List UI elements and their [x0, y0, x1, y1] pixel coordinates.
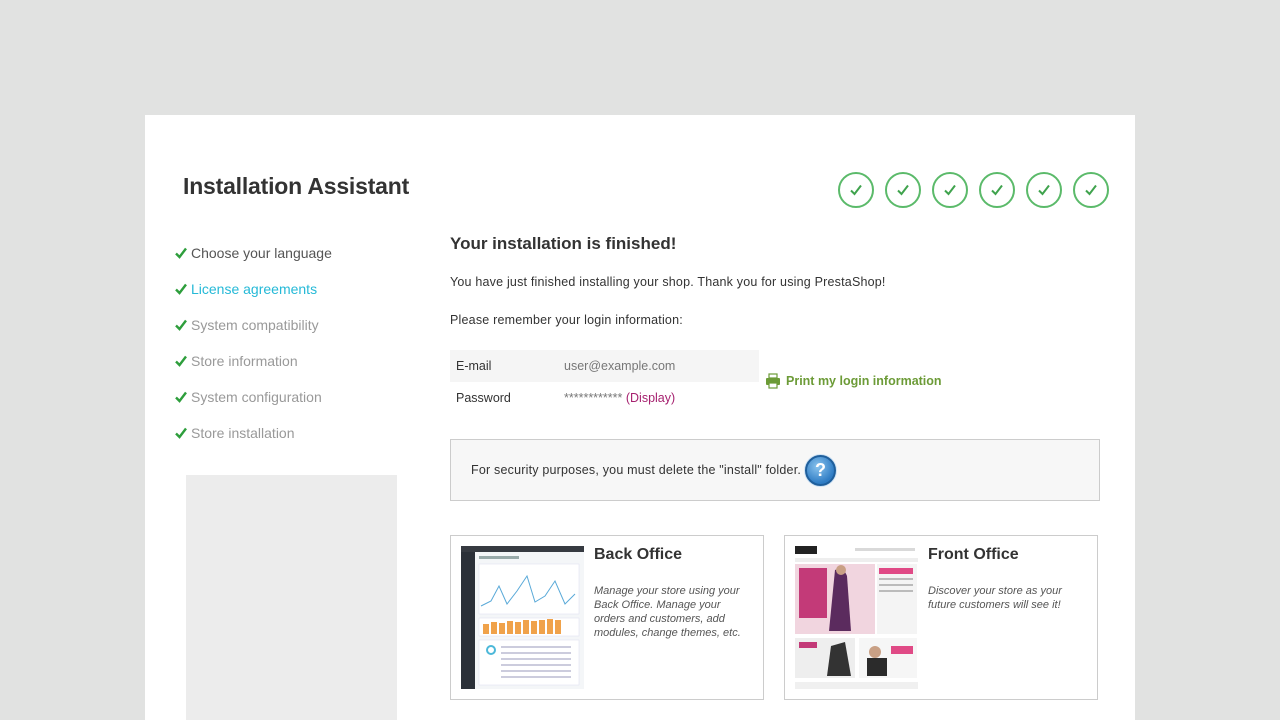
sidebar-placeholder-box [186, 475, 397, 720]
sidebar-item-license-agreements[interactable]: License agreements [175, 271, 332, 307]
sidebar-item-label: Choose your language [191, 245, 332, 261]
print-login-link[interactable]: Print my login information [765, 373, 942, 389]
sidebar-item-label: License agreements [191, 281, 318, 297]
table-row-email: E-mail user@example.com [450, 350, 759, 382]
back-office-description: Manage your store using your Back Office… [594, 585, 741, 639]
table-row-password: Password ************ (Display) [450, 382, 759, 414]
finished-heading: Your installation is finished! [450, 234, 677, 253]
sidebar-item-label: Store information [191, 353, 298, 369]
print-login-label: Print my login information [786, 374, 942, 388]
check-icon [175, 247, 191, 259]
sidebar-item-label: System configuration [191, 389, 322, 405]
step-6-complete-icon [1073, 172, 1109, 208]
security-notice-text: For security purposes, you must delete t… [471, 463, 802, 477]
back-office-title: Back Office [594, 546, 683, 563]
check-icon [175, 319, 191, 331]
sidebar-item-label: Store installation [191, 425, 295, 441]
remember-text: Please remember your login information: [450, 313, 683, 327]
email-label: E-mail [450, 350, 558, 382]
front-office-screenshot [795, 546, 918, 689]
back-office-card[interactable]: Back Office Manage your store using your… [450, 535, 764, 700]
security-alert: For security purposes, you must delete t… [450, 439, 1100, 501]
check-icon [175, 283, 191, 295]
email-value: user@example.com [558, 350, 759, 382]
step-3-complete-icon [932, 172, 968, 208]
step-4-complete-icon [979, 172, 1015, 208]
sidebar-item-system-compatibility: System compatibility [175, 307, 332, 343]
password-cell: ************ (Display) [558, 382, 759, 414]
help-icon[interactable]: ? [805, 454, 837, 486]
login-info-table: E-mail user@example.com Password *******… [450, 350, 759, 414]
progress-steps [838, 172, 1120, 208]
check-icon [175, 355, 191, 367]
sidebar-item-system-configuration: System configuration [175, 379, 332, 415]
display-password-link[interactable]: (Display) [626, 391, 675, 405]
password-label: Password [456, 391, 511, 405]
step-1-complete-icon [838, 172, 874, 208]
front-office-title: Front Office [928, 546, 1019, 563]
sidebar-item-choose-language[interactable]: Choose your language [175, 235, 332, 271]
installer-panel: Installation Assistant Choose your langu… [145, 115, 1135, 720]
sidebar-item-store-information: Store information [175, 343, 332, 379]
intro-text: You have just finished installing your s… [450, 275, 886, 289]
printer-icon [765, 373, 786, 389]
install-steps-sidebar: Choose your language License agreements … [175, 235, 332, 451]
sidebar-item-store-installation: Store installation [175, 415, 332, 451]
check-icon [175, 427, 191, 439]
back-office-screenshot [461, 546, 584, 689]
step-5-complete-icon [1026, 172, 1062, 208]
step-2-complete-icon [885, 172, 921, 208]
sidebar-item-label: System compatibility [191, 317, 319, 333]
password-value: ************ [564, 391, 623, 405]
page-title: Installation Assistant [183, 173, 410, 199]
front-office-card[interactable]: Front Office Discover your store as your… [784, 535, 1098, 700]
front-office-description: Discover your store as your future custo… [928, 585, 1062, 611]
check-icon [175, 391, 191, 403]
